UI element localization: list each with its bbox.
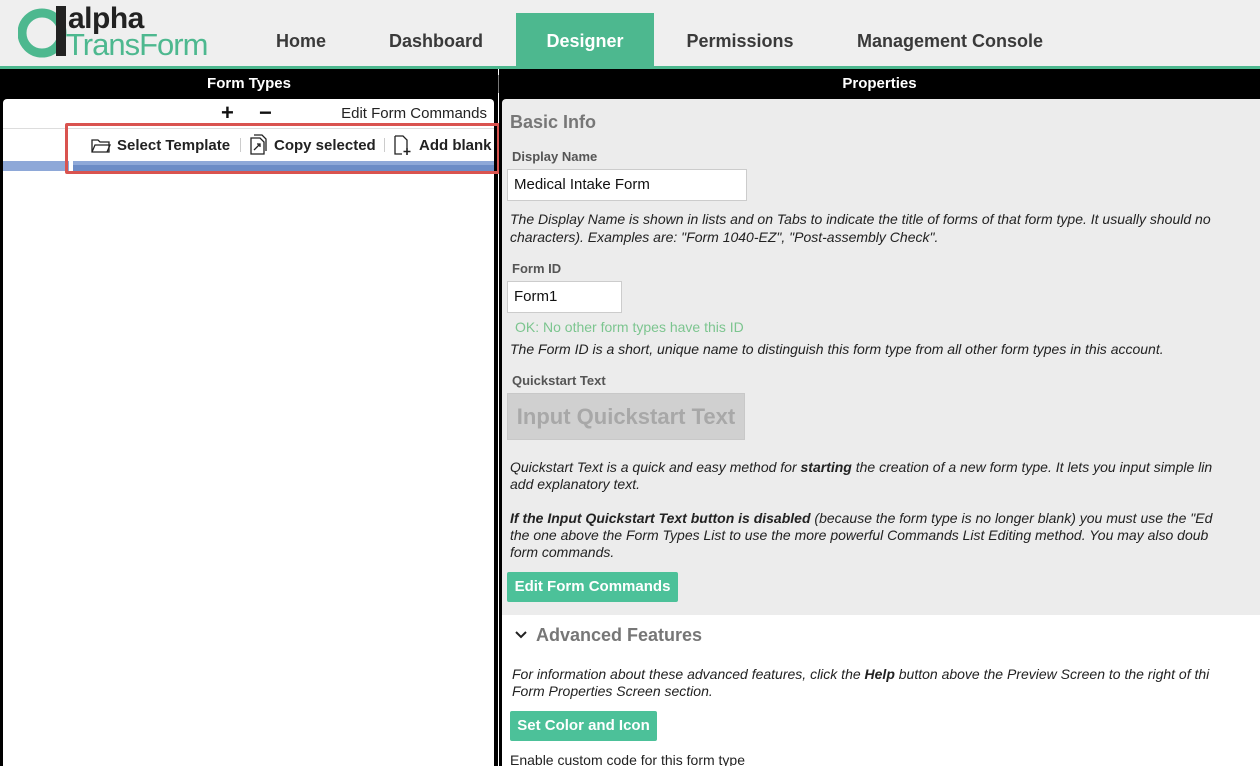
properties-content: Basic Info Display Name Medical Intake F… bbox=[502, 99, 1260, 766]
quickstart-desc-bold: starting bbox=[800, 459, 852, 475]
input-quickstart-text-button[interactable]: Input Quickstart Text bbox=[507, 393, 745, 440]
properties-header: Properties bbox=[499, 69, 1260, 99]
custom-code-label: Enable custom code for this form type bbox=[510, 752, 745, 766]
form-id-validation-message: OK: No other form types have this ID bbox=[515, 319, 744, 335]
quickstart-disabled-bold: If the Input Quickstart Text button is d… bbox=[510, 510, 811, 526]
logo-text-transform: TransForm bbox=[66, 27, 208, 62]
quickstart-desc-text: Quickstart Text is a quick and easy meth… bbox=[510, 459, 801, 475]
display-name-description-line2: characters). Examples are: "Form 1040-EZ… bbox=[510, 229, 939, 245]
logo-mark-icon bbox=[18, 6, 67, 58]
nav-permissions[interactable]: Permissions bbox=[676, 13, 804, 66]
form-id-label: Form ID bbox=[512, 261, 562, 276]
form-id-description: The Form ID is a short, unique name to d… bbox=[510, 341, 1164, 357]
quickstart-text-label: Quickstart Text bbox=[512, 373, 606, 388]
form-id-field[interactable]: Form1 bbox=[507, 281, 622, 313]
advanced-desc-text: For information about these advanced fea… bbox=[512, 666, 865, 682]
chevron-down-icon[interactable] bbox=[514, 630, 528, 640]
quickstart-disabled-note-line3: form commands. bbox=[510, 544, 615, 560]
basic-info-title: Basic Info bbox=[510, 112, 597, 132]
alpha-transform-logo[interactable]: alpha TransForm bbox=[18, 2, 223, 62]
edit-form-commands-button[interactable]: Edit Form Commands bbox=[507, 572, 678, 602]
nav-management-console[interactable]: Management Console bbox=[842, 13, 1058, 66]
display-name-field[interactable]: Medical Intake Form bbox=[507, 169, 747, 201]
quickstart-disabled-text: (because the form type is no longer blan… bbox=[810, 510, 1213, 526]
quickstart-disabled-note-line1: If the Input Quickstart Text button is d… bbox=[510, 510, 1212, 527]
advanced-description-line1: For information about these advanced fea… bbox=[512, 666, 1209, 683]
quickstart-disabled-note-line2: the one above the Form Types List to use… bbox=[510, 527, 1209, 543]
advanced-description-line2: Form Properties Screen section. bbox=[512, 683, 713, 699]
form-types-panel: + − Edit Form Commands Select Template C… bbox=[0, 99, 498, 766]
top-navigation-bar: alpha TransForm Home Dashboard Designer … bbox=[0, 0, 1260, 66]
set-color-and-icon-button[interactable]: Set Color and Icon bbox=[510, 711, 657, 741]
quickstart-description-line1: Quickstart Text is a quick and easy meth… bbox=[510, 459, 1212, 476]
advanced-desc-text: button above the Preview Screen to the r… bbox=[894, 666, 1210, 682]
properties-panel: Basic Info Display Name Medical Intake F… bbox=[499, 99, 1260, 766]
edit-form-commands-link[interactable]: Edit Form Commands bbox=[341, 105, 487, 122]
quickstart-desc-text: the creation of a new form type. It lets… bbox=[851, 459, 1213, 475]
nav-designer[interactable]: Designer bbox=[516, 13, 654, 66]
advanced-desc-bold: Help bbox=[864, 666, 895, 682]
display-name-label: Display Name bbox=[512, 149, 598, 164]
nav-dashboard[interactable]: Dashboard bbox=[376, 13, 496, 66]
form-types-list: + − Edit Form Commands Select Template C… bbox=[3, 99, 494, 766]
advanced-features-title[interactable]: Advanced Features bbox=[536, 625, 702, 646]
quickstart-description-line2: add explanatory text. bbox=[510, 476, 640, 492]
nav-home[interactable]: Home bbox=[258, 13, 344, 66]
command-row-highlight bbox=[65, 123, 500, 174]
display-name-description-line1: The Display Name is shown in lists and o… bbox=[510, 211, 1211, 227]
form-types-header: Form Types bbox=[0, 69, 498, 99]
selected-row-bar[interactable] bbox=[3, 161, 69, 171]
